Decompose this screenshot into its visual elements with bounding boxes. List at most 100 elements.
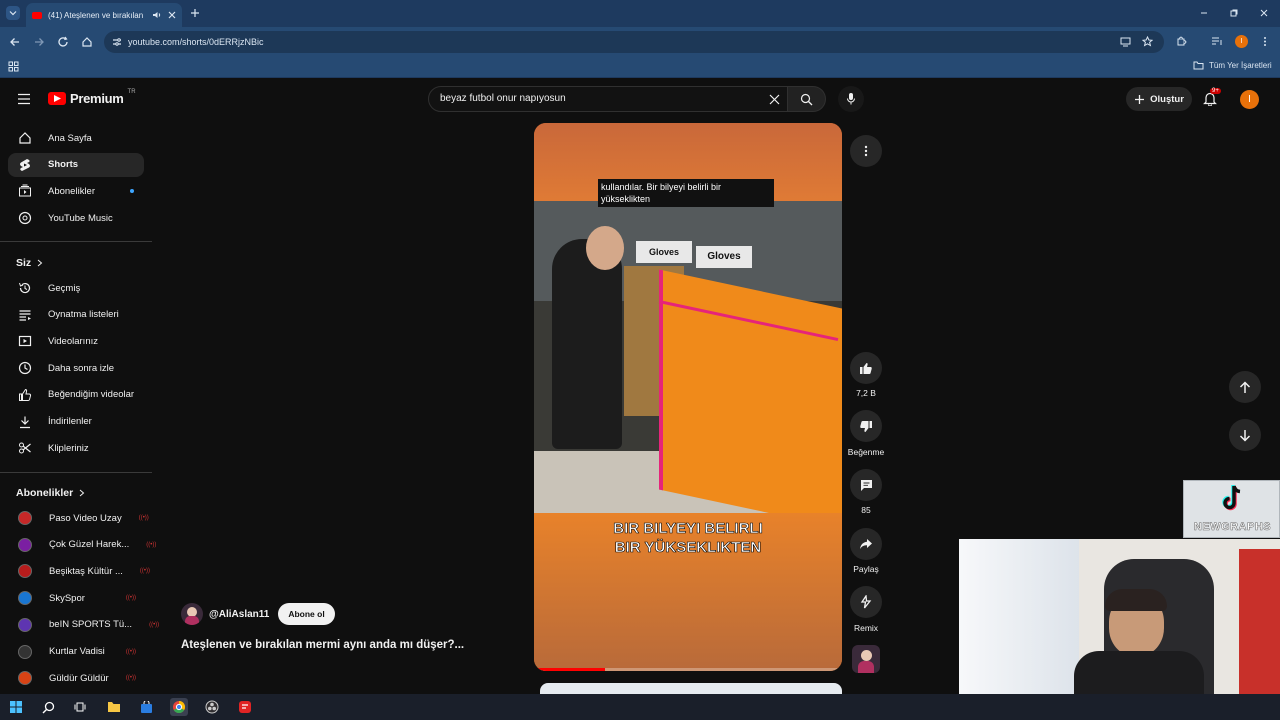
new-tab-icon[interactable] — [190, 8, 200, 18]
search-input[interactable]: beyaz futbol onur napıyosun — [428, 86, 788, 112]
sidebar-item-geçmiş[interactable]: Geçmiş — [8, 276, 144, 300]
back-icon[interactable] — [9, 36, 21, 48]
speaker-icon[interactable] — [152, 10, 162, 20]
notification-badge: 9+ — [1210, 88, 1221, 94]
file-explorer[interactable] — [105, 698, 123, 716]
close-window-icon[interactable] — [1259, 8, 1269, 18]
reload-icon[interactable] — [57, 36, 69, 48]
remix-button[interactable] — [850, 586, 882, 618]
sidebar-item-label: Abonelikler — [48, 185, 95, 197]
browser-tab[interactable]: (41) Ateşlenen ve bırakılan — [26, 3, 182, 27]
clear-search-icon[interactable] — [769, 94, 780, 105]
subscription-label: Paso Video Uzay — [49, 512, 122, 524]
webcam-overlay — [959, 539, 1280, 694]
dislike-button[interactable] — [850, 410, 882, 442]
like-button[interactable] — [850, 352, 882, 384]
sound-avatar[interactable] — [852, 645, 880, 673]
box-label-3: Gloves — [696, 246, 752, 268]
account-avatar[interactable]: I — [1240, 90, 1259, 109]
notifications-button[interactable]: 9+ — [1203, 88, 1221, 109]
sidebar-item-oynatma-listeleri[interactable]: Oynatma listeleri — [8, 303, 144, 327]
extensions-icon[interactable] — [1176, 36, 1187, 47]
share-button[interactable] — [850, 528, 882, 560]
forward-icon[interactable] — [33, 36, 45, 48]
tiktok-logo-icon — [1222, 485, 1241, 511]
sidebar-item-daha-sonra-izle[interactable]: Daha sonra izle — [8, 356, 144, 380]
minimize-icon[interactable] — [1199, 8, 1209, 18]
presenter — [552, 239, 622, 449]
sidebar-item-beğendiğim-videolar[interactable]: Beğendiğim videolar — [8, 383, 144, 407]
live-icon: ((•)) — [149, 621, 160, 628]
browser-profile-avatar[interactable]: I — [1235, 35, 1248, 48]
browser-menu-icon[interactable] — [1262, 36, 1268, 47]
start-button[interactable] — [7, 698, 25, 716]
voice-search-button[interactable] — [838, 86, 864, 112]
dislike-label: Beğenme — [847, 447, 885, 457]
subs-header-label: Abonelikler — [16, 487, 74, 499]
sidebar-item-ana-sayfa[interactable]: Ana Sayfa — [8, 126, 144, 150]
subscription-item[interactable]: Kurtlar Vadisi ((•)) — [8, 640, 144, 664]
sidebar-item-klipleriniz[interactable]: Klipleriniz — [8, 436, 144, 460]
you-section-header[interactable]: Siz — [16, 257, 43, 269]
address-bar[interactable]: youtube.com/shorts/0dERRjzNBic — [104, 31, 1164, 53]
sidebar-item-shorts[interactable]: Shorts — [8, 152, 144, 177]
task-view-icon — [74, 702, 86, 712]
all-bookmarks-button[interactable]: Tüm Yer İşaretleri — [1193, 61, 1272, 70]
apps-grid-icon[interactable] — [8, 61, 19, 72]
restore-icon[interactable] — [1229, 8, 1239, 18]
tiktok-overlay-text: NEWGRAPHS — [1193, 521, 1272, 534]
subscription-item[interactable]: Beşiktaş Kültür ... ((•)) — [8, 559, 150, 583]
media-controls-icon[interactable] — [1211, 36, 1223, 47]
subscribe-button[interactable]: Abone ol — [278, 603, 335, 625]
folder-icon — [108, 702, 120, 712]
short-more-button[interactable] — [850, 135, 882, 167]
music-icon — [18, 211, 32, 225]
channel-avatar — [18, 591, 32, 606]
subscription-item[interactable]: Çok Güzel Harek... ((•)) — [8, 533, 156, 557]
home-browser-icon[interactable] — [81, 36, 93, 48]
obs-app[interactable] — [203, 698, 221, 716]
short-video-player[interactable]: Gloves Gloves kullandılar. Bir bilyeyi b… — [534, 123, 842, 671]
subscription-item[interactable]: beIN SPORTS Tü... ((•)) — [8, 613, 159, 637]
site-info-icon[interactable] — [112, 37, 122, 47]
red-app[interactable] — [236, 698, 254, 716]
channel-handle[interactable]: @AliAslan11 — [209, 609, 269, 620]
share-label: Paylaş — [853, 564, 879, 574]
app-icon — [239, 701, 251, 713]
sidebar-item-i-ndirilenler[interactable]: İndirilenler — [8, 410, 144, 434]
sidebar-item-label: Beğendiğim videolar — [48, 389, 135, 401]
comments-button[interactable] — [850, 469, 882, 501]
create-button[interactable]: Oluştur — [1126, 87, 1192, 111]
hamburger-menu-icon[interactable] — [17, 93, 31, 105]
close-tab-icon[interactable] — [168, 11, 176, 19]
subscription-item[interactable]: Paso Video Uzay ((•)) — [8, 506, 149, 530]
youtube-play-icon — [48, 92, 66, 105]
subscriptions-section-header[interactable]: Abonelikler — [16, 487, 85, 499]
channel-avatar[interactable] — [181, 603, 203, 625]
subscription-label: Kurtlar Vadisi — [49, 646, 105, 657]
progress-track[interactable] — [534, 668, 842, 671]
all-bookmarks-label: Tüm Yer İşaretleri — [1209, 61, 1272, 70]
live-icon: ((•)) — [125, 648, 136, 655]
chrome-app[interactable] — [170, 698, 188, 716]
youtube-premium-logo[interactable]: Premium TR — [48, 89, 136, 106]
next-short-button[interactable] — [1229, 419, 1261, 451]
install-app-icon[interactable] — [1120, 37, 1131, 47]
search-button[interactable] — [788, 86, 826, 112]
tab-list-button[interactable] — [6, 6, 20, 20]
bookmark-star-icon[interactable] — [1142, 36, 1153, 47]
sidebar-item-label: Geçmiş — [48, 282, 81, 294]
clips-icon — [19, 442, 31, 454]
sidebar-item-abonelikler[interactable]: Abonelikler — [8, 179, 144, 203]
short-title[interactable]: Ateşlenen ve bırakılan mermi aynı anda m… — [181, 639, 464, 651]
arrow-up-icon — [1239, 380, 1251, 393]
taskbar-search[interactable] — [39, 698, 57, 716]
subscription-item[interactable]: SkySpor ((•)) — [8, 586, 144, 610]
store-app[interactable] — [137, 698, 155, 716]
task-view[interactable] — [71, 698, 89, 716]
subscription-item[interactable]: Güldür Güldür ((•)) — [8, 666, 144, 690]
next-short-preview[interactable] — [540, 683, 842, 694]
previous-short-button[interactable] — [1229, 371, 1261, 403]
sidebar-item-youtube-music[interactable]: YouTube Music — [8, 206, 144, 230]
sidebar-item-videolarınız[interactable]: Videolarınız — [8, 329, 144, 353]
